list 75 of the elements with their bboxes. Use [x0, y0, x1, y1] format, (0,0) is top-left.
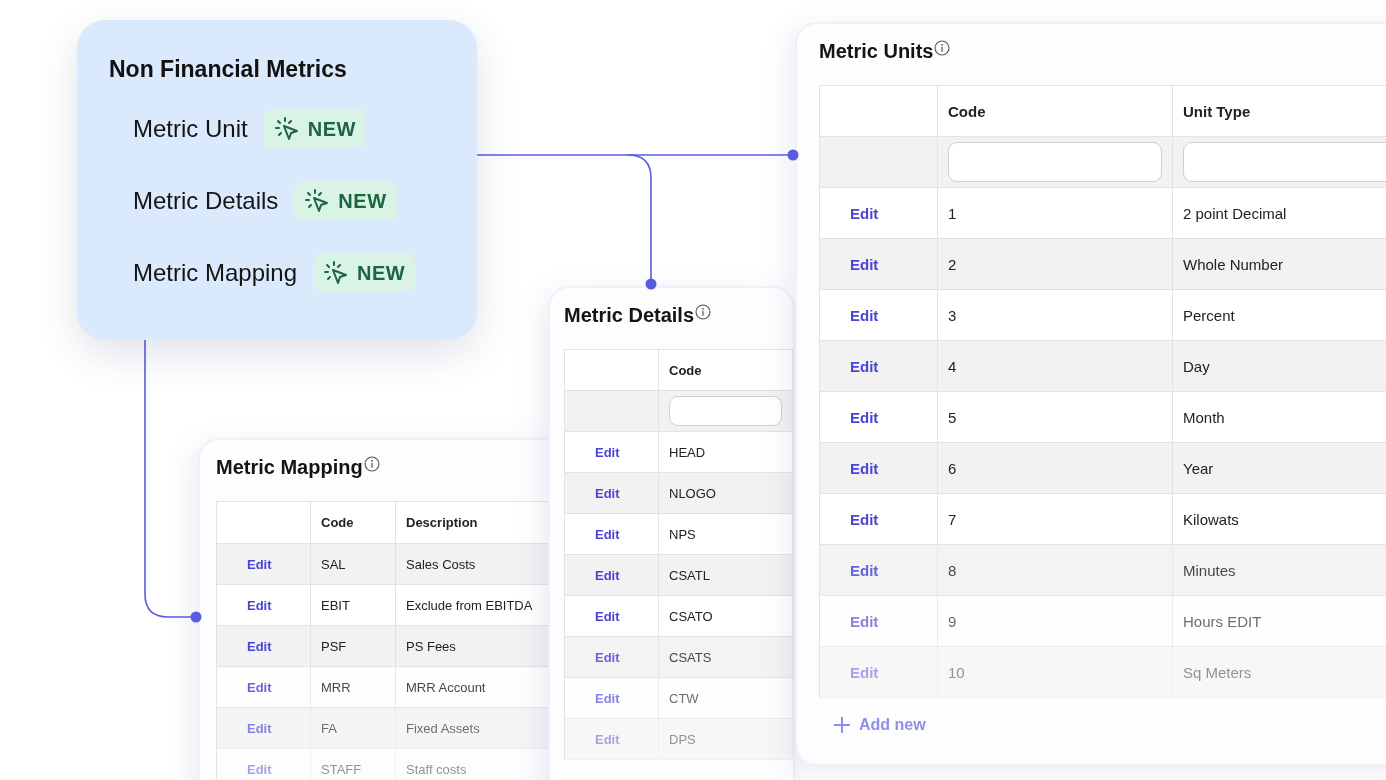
edit-link[interactable]: Edit — [247, 679, 272, 695]
table-cell: 10 — [938, 647, 1173, 698]
connector-dot — [787, 149, 799, 161]
edit-link[interactable]: Edit — [850, 510, 879, 528]
table-cell: 7 — [938, 494, 1173, 545]
info-icon — [363, 456, 380, 472]
card-title: Metric Mapping — [216, 456, 363, 479]
table-cell: CTW — [659, 678, 793, 719]
edit-link[interactable]: Edit — [850, 255, 879, 273]
edit-link[interactable]: Edit — [850, 561, 879, 579]
table-cell: 5 — [938, 392, 1173, 443]
edit-link[interactable]: Edit — [247, 638, 272, 654]
edit-link[interactable]: Edit — [247, 597, 272, 613]
plus-icon — [833, 716, 851, 734]
table-cell: HEAD — [659, 432, 793, 473]
table-cell: 3 — [938, 290, 1173, 341]
table-cell: 2 — [938, 239, 1173, 290]
edit-link[interactable]: Edit — [595, 485, 620, 501]
edit-link[interactable]: Edit — [247, 556, 272, 572]
table-cell: CSATL — [659, 555, 793, 596]
new-badge: NEW — [294, 182, 397, 220]
column-header: Code — [938, 86, 1173, 137]
table-cell: NPS — [659, 514, 793, 555]
cursor-click-icon — [323, 260, 350, 286]
edit-link[interactable]: Edit — [595, 526, 620, 542]
menu-item[interactable]: Metric Unit — [133, 115, 248, 143]
connector-dot — [645, 278, 657, 290]
table-cell: Minutes — [1173, 545, 1386, 596]
column-header: Code — [659, 350, 793, 391]
table-cell: NLOGO — [659, 473, 793, 514]
edit-link[interactable]: Edit — [595, 690, 620, 706]
cursor-click-icon — [273, 116, 300, 142]
edit-link[interactable]: Edit — [595, 649, 620, 665]
table-cell: 8 — [938, 545, 1173, 596]
table-cell: Year — [1173, 443, 1386, 494]
edit-link[interactable]: Edit — [595, 608, 620, 624]
table-cell: 4 — [938, 341, 1173, 392]
filter-field[interactable] — [948, 142, 1162, 182]
new-badge: NEW — [263, 110, 366, 148]
table-cell: Whole Number — [1173, 239, 1386, 290]
info-icon — [934, 40, 951, 56]
edit-link[interactable]: Edit — [850, 408, 879, 426]
table-cell: Sq Meters — [1173, 647, 1386, 698]
edit-link[interactable]: Edit — [850, 459, 879, 477]
table-cell: DPS — [659, 719, 793, 760]
table-cell: 1 — [938, 188, 1173, 239]
table-cell: PSF — [311, 626, 396, 667]
menu-title: Non Financial Metrics — [109, 56, 348, 83]
new-badge: NEW — [313, 254, 416, 292]
edit-link[interactable]: Edit — [595, 567, 620, 583]
table-cell: SAL — [311, 544, 396, 585]
edit-link[interactable]: Edit — [850, 357, 879, 375]
table-cell: CSATS — [659, 637, 793, 678]
edit-link[interactable]: Edit — [850, 612, 879, 630]
edit-link[interactable]: Edit — [850, 204, 879, 222]
table-cell: 9 — [938, 596, 1173, 647]
card-title: Metric Details — [564, 304, 695, 327]
edit-link[interactable]: Edit — [595, 444, 620, 460]
column-header: Code — [311, 502, 396, 544]
edit-link[interactable]: Edit — [247, 720, 272, 736]
table-cell: 6 — [938, 443, 1173, 494]
edit-link[interactable]: Edit — [850, 306, 879, 324]
cursor-click-icon — [304, 188, 331, 214]
card-title: Metric Units — [819, 40, 934, 63]
table-cell: MRR — [311, 667, 396, 708]
table-cell: CSATO — [659, 596, 793, 637]
info-icon — [695, 304, 712, 320]
table-cell: Day — [1173, 341, 1386, 392]
filter-field[interactable] — [1183, 142, 1386, 182]
table-cell: EBIT — [311, 585, 396, 626]
table-cell: FA — [311, 708, 396, 749]
filter-field[interactable] — [669, 396, 782, 426]
menu-item[interactable]: Metric Details — [133, 187, 279, 215]
connector-dot — [190, 611, 202, 623]
menu-item[interactable]: Metric Mapping — [133, 259, 298, 287]
